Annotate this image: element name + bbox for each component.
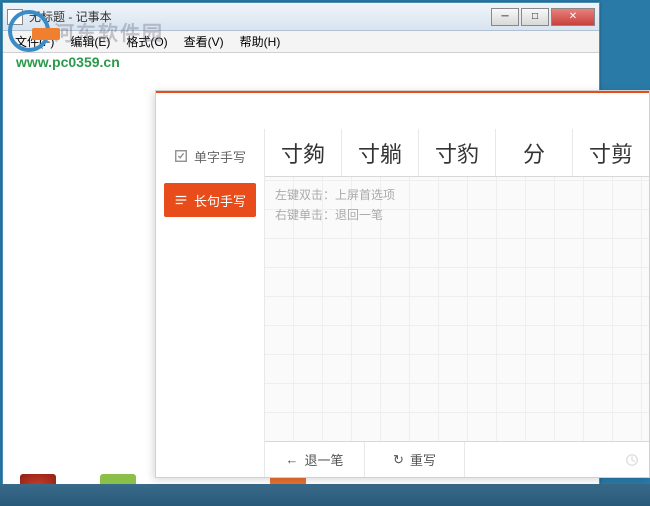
candidate-4[interactable]: 分	[496, 129, 573, 176]
rewrite-label: 重写	[410, 450, 436, 469]
mode-sentence-label: 长句手写	[194, 191, 246, 210]
ime-top-border	[156, 91, 649, 129]
footer-spacer	[465, 442, 625, 477]
ime-panel: 单字手写 长句手写 寸夠 寸躺 寸豹 分 寸剪 左键双击：上屏首选项 右键单击：…	[155, 90, 650, 478]
candidate-2[interactable]: 寸躺	[342, 129, 419, 176]
close-button[interactable]: ✕	[551, 8, 595, 26]
menu-help[interactable]: 帮助(H)	[232, 31, 289, 52]
mode-single-label: 单字手写	[194, 147, 246, 166]
menu-view[interactable]: 查看(V)	[176, 31, 232, 52]
taskbar[interactable]	[0, 484, 650, 506]
window-controls: ─ □ ✕	[491, 8, 595, 26]
candidate-3[interactable]: 寸豹	[419, 129, 496, 176]
hint-rightclick-label: 右键单击：	[275, 208, 335, 222]
watermark-logo: 河东软件园	[8, 10, 164, 52]
candidate-5[interactable]: 寸剪	[573, 129, 649, 176]
mode-single-char[interactable]: 单字手写	[164, 139, 256, 173]
mode-sentence[interactable]: 长句手写	[164, 183, 256, 217]
undo-label: 退一笔	[304, 450, 343, 469]
maximize-button[interactable]: □	[521, 8, 549, 26]
hint-dblclick-label: 左键双击：	[275, 188, 335, 202]
ime-body: 单字手写 长句手写 寸夠 寸躺 寸豹 分 寸剪 左键双击：上屏首选项 右键单击：…	[156, 129, 649, 477]
hint-rightclick-action: 退回一笔	[335, 208, 383, 222]
ime-sidebar: 单字手写 长句手写	[156, 129, 264, 477]
brand-icon	[625, 453, 639, 467]
undo-stroke-button[interactable]: ← 退一笔	[265, 442, 365, 477]
handwriting-canvas[interactable]: 左键双击：上屏首选项 右键单击：退回一笔	[265, 177, 649, 441]
logo-icon	[8, 10, 50, 52]
hint-dblclick-action: 上屏首选项	[335, 188, 395, 202]
watermark-text: 河东软件园	[54, 17, 164, 46]
ime-main: 寸夠 寸躺 寸豹 分 寸剪 左键双击：上屏首选项 右键单击：退回一笔 ← 退一笔…	[264, 129, 649, 477]
minimize-button[interactable]: ─	[491, 8, 519, 26]
ime-brand	[625, 442, 649, 477]
edit-icon	[174, 149, 188, 163]
candidate-bar: 寸夠 寸躺 寸豹 分 寸剪	[265, 129, 649, 177]
canvas-hints: 左键双击：上屏首选项 右键单击：退回一笔	[275, 185, 395, 225]
refresh-icon: ↻	[393, 452, 404, 468]
watermark: 河东软件园 www.pc0359.cn	[8, 10, 164, 70]
rewrite-button[interactable]: ↻ 重写	[365, 442, 465, 477]
sentence-icon	[174, 193, 188, 207]
candidate-1[interactable]: 寸夠	[265, 129, 342, 176]
undo-icon: ←	[285, 452, 298, 467]
watermark-url: www.pc0359.cn	[16, 54, 164, 70]
ime-footer: ← 退一笔 ↻ 重写	[265, 441, 649, 477]
